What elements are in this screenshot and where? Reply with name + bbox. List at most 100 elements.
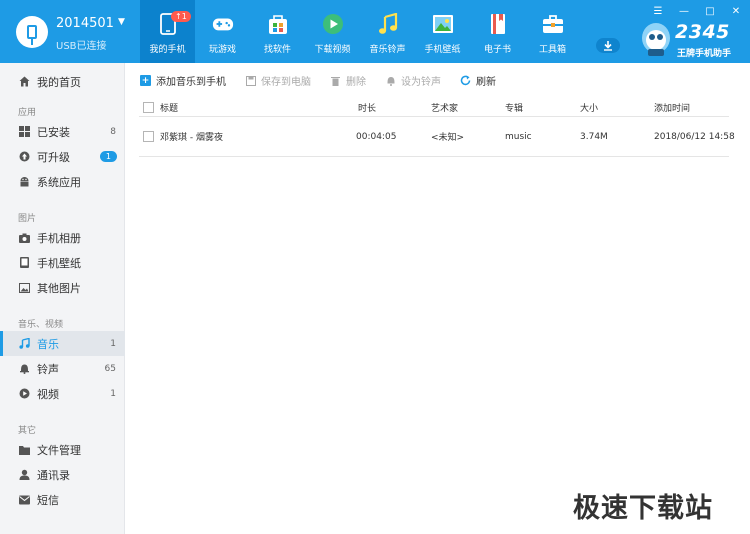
sidebar-item-phone-wallpaper[interactable]: 手机壁纸	[0, 250, 125, 275]
sidebar-item-label: 已安装	[37, 125, 70, 139]
tab-games[interactable]: 玩游戏	[195, 0, 250, 63]
tab-find-apps[interactable]: 找软件	[250, 0, 305, 63]
contact-icon	[18, 469, 30, 481]
picture-icon	[432, 13, 454, 35]
sidebar-item-label: 系统应用	[37, 175, 81, 189]
minimize-icon[interactable]: —	[676, 4, 692, 18]
sidebar-item-ringtones[interactable]: 铃声 65	[0, 356, 125, 381]
column-album[interactable]: 专辑	[505, 98, 523, 116]
item-count: 1	[110, 388, 116, 399]
image-icon	[18, 282, 30, 294]
set-ringtone-button[interactable]: 设为铃声	[385, 73, 441, 88]
column-artist[interactable]: 艺术家	[431, 98, 458, 116]
tab-label: 我的手机	[149, 45, 186, 55]
tab-my-phone[interactable]: ↑1 我的手机	[140, 0, 195, 63]
tab-label: 手机壁纸	[424, 45, 461, 55]
song-size: 3.74M	[580, 131, 608, 142]
upgrade-icon	[18, 151, 30, 163]
folder-icon	[18, 444, 30, 456]
sidebar: 我的首页 应用 已安装 8 可升级 1 系统应用 图片 手机相册 手机壁纸 其他…	[0, 63, 125, 534]
sidebar-item-phone-album[interactable]: 手机相册	[0, 225, 125, 250]
song-album: music	[505, 131, 532, 142]
sidebar-item-label: 手机壁纸	[37, 256, 81, 270]
column-duration[interactable]: 时长	[358, 98, 376, 116]
brand-logo: 2345 王牌手机助手	[639, 20, 744, 60]
tab-label: 工具箱	[538, 45, 566, 55]
refresh-button[interactable]: 刷新	[460, 73, 496, 88]
trash-icon	[330, 75, 341, 86]
tab-label: 下载视频	[314, 45, 351, 55]
delete-button[interactable]: 删除	[330, 73, 366, 88]
column-size[interactable]: 大小	[580, 98, 598, 116]
sidebar-item-video[interactable]: 视频 1	[0, 381, 125, 406]
app-store-icon	[267, 13, 289, 35]
save-label: 保存到电脑	[261, 77, 311, 88]
sidebar-item-label: 我的首页	[37, 75, 81, 89]
sidebar-item-upgradable[interactable]: 可升级 1	[0, 144, 125, 169]
update-badge: ↑1	[171, 11, 191, 22]
sidebar-item-music[interactable]: 音乐 1	[0, 331, 125, 356]
column-title[interactable]: 标题	[160, 98, 178, 116]
row-checkbox[interactable]	[143, 117, 154, 156]
tab-label: 音乐铃声	[369, 45, 406, 55]
add-music-label: 添加音乐到手机	[156, 77, 226, 88]
camera-icon	[18, 232, 30, 244]
add-music-button[interactable]: + 添加音乐到手机	[140, 73, 226, 88]
column-added-time[interactable]: 添加时间	[654, 98, 690, 116]
item-count: 1	[110, 338, 116, 349]
connection-status: USB已连接	[56, 41, 107, 52]
close-icon[interactable]: ✕	[728, 4, 744, 18]
usb-device-icon	[16, 16, 48, 48]
gamepad-icon	[212, 13, 234, 35]
sidebar-item-contacts[interactable]: 通讯录	[0, 462, 125, 487]
refresh-icon	[460, 75, 471, 86]
select-all-checkbox[interactable]	[143, 98, 154, 116]
device-dropdown-icon[interactable]: ▼	[118, 17, 125, 27]
tab-toolbox[interactable]: 工具箱	[525, 0, 580, 63]
brand-number: 2345	[675, 21, 730, 43]
tab-music-ringtones[interactable]: 音乐铃声	[360, 0, 415, 63]
sidebar-item-other-pictures[interactable]: 其他图片	[0, 275, 125, 300]
delete-label: 删除	[346, 77, 366, 88]
sidebar-item-sms[interactable]: 短信	[0, 487, 125, 512]
sidebar-item-installed[interactable]: 已安装 8	[0, 119, 125, 144]
android-icon	[18, 176, 30, 188]
tab-label: 找软件	[263, 45, 291, 55]
song-artist: <未知>	[431, 133, 465, 143]
sidebar-item-label: 视频	[37, 387, 59, 401]
device-name: 2014501	[56, 16, 114, 31]
bell-icon	[385, 75, 396, 86]
sidebar-item-label: 铃声	[37, 362, 59, 376]
bell-icon	[18, 363, 30, 375]
table-row[interactable]: 邓紫琪 - 烟雾夜 00:04:05 <未知> music 3.74M 2018…	[139, 117, 735, 157]
toolbar: + 添加音乐到手机 保存到电脑 删除 设为铃声 刷新	[126, 63, 750, 98]
sidebar-item-file-manager[interactable]: 文件管理	[0, 437, 125, 462]
sidebar-item-label: 音乐	[37, 337, 59, 351]
tab-wallpapers[interactable]: 手机壁纸	[415, 0, 470, 63]
message-icon	[18, 494, 30, 506]
device-info[interactable]: 2014501 USB已连接 ▼	[0, 0, 140, 63]
watermark: 极速下载站	[573, 493, 713, 524]
brand-subtitle: 王牌手机助手	[677, 49, 732, 59]
sidebar-item-label: 文件管理	[37, 443, 81, 457]
song-duration: 00:04:05	[356, 131, 397, 142]
music-note-icon	[18, 338, 30, 350]
app-header: 2014501 USB已连接 ▼ ↑1 我的手机 玩游戏 找软件 下载视频 音乐…	[0, 0, 750, 63]
tab-ebooks[interactable]: 电子书	[470, 0, 525, 63]
phone-icon	[18, 257, 30, 269]
sidebar-section-other: 其它	[18, 426, 37, 436]
sidebar-item-label: 手机相册	[37, 231, 81, 245]
download-manager-button[interactable]	[596, 38, 620, 53]
tab-download-video[interactable]: 下载视频	[305, 0, 360, 63]
menu-icon[interactable]: ☰	[650, 4, 666, 18]
ringtone-label: 设为铃声	[401, 77, 441, 88]
music-table: 标题 时长 艺术家 专辑 大小 添加时间 邓紫琪 - 烟雾夜 00:04:05 …	[139, 98, 735, 157]
item-count: 8	[110, 126, 116, 137]
top-navigation: ↑1 我的手机 玩游戏 找软件 下载视频 音乐铃声 手机壁纸 电子书 工具箱	[140, 0, 580, 63]
book-icon	[487, 13, 509, 35]
maximize-icon[interactable]: □	[702, 4, 718, 18]
home-icon	[18, 76, 30, 88]
sidebar-item-system-apps[interactable]: 系统应用	[0, 169, 125, 194]
save-to-pc-button[interactable]: 保存到电脑	[245, 73, 311, 88]
sidebar-item-home[interactable]: 我的首页	[0, 69, 125, 94]
